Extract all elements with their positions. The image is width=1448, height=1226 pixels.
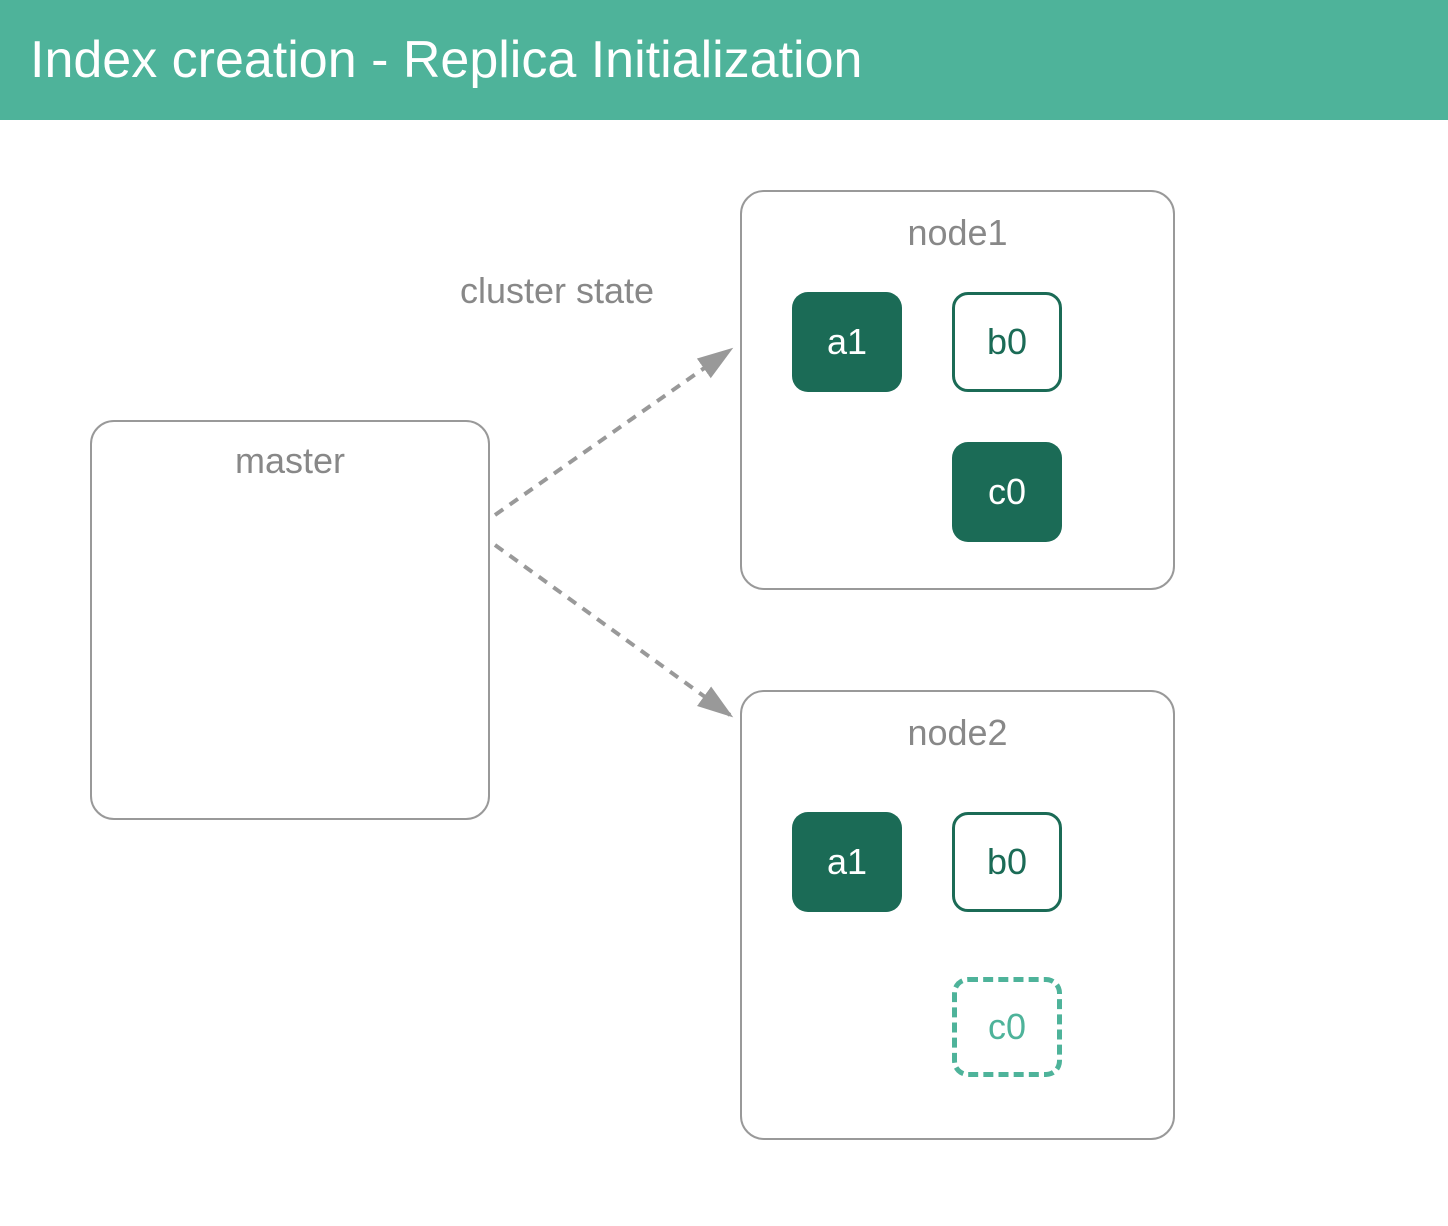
shard-label: b0 bbox=[987, 321, 1027, 363]
node1-shard-a1: a1 bbox=[792, 292, 902, 392]
shard-label: a1 bbox=[827, 841, 867, 883]
node1-label: node1 bbox=[742, 192, 1173, 254]
node2-shard-c0-replica-initializing: c0 bbox=[952, 977, 1062, 1077]
node1-box: node1 a1 b0 c0 bbox=[740, 190, 1175, 590]
shard-label: c0 bbox=[988, 1006, 1026, 1048]
node2-label: node2 bbox=[742, 692, 1173, 754]
node2-box: node2 a1 b0 c0 bbox=[740, 690, 1175, 1140]
diagram-canvas: cluster state master node1 a1 b0 c0 node… bbox=[0, 120, 1448, 1226]
cluster-state-label: cluster state bbox=[460, 270, 654, 312]
node1-shard-c0: c0 bbox=[952, 442, 1062, 542]
slide-header: Index creation - Replica Initialization bbox=[0, 0, 1448, 120]
master-label: master bbox=[92, 422, 488, 482]
slide-title: Index creation - Replica Initialization bbox=[30, 30, 862, 90]
node1-shard-b0: b0 bbox=[952, 292, 1062, 392]
shard-label: b0 bbox=[987, 841, 1027, 883]
node2-shard-b0: b0 bbox=[952, 812, 1062, 912]
master-node-box: master bbox=[90, 420, 490, 820]
node2-shard-a1: a1 bbox=[792, 812, 902, 912]
shard-label: c0 bbox=[988, 471, 1026, 513]
shard-label: a1 bbox=[827, 321, 867, 363]
